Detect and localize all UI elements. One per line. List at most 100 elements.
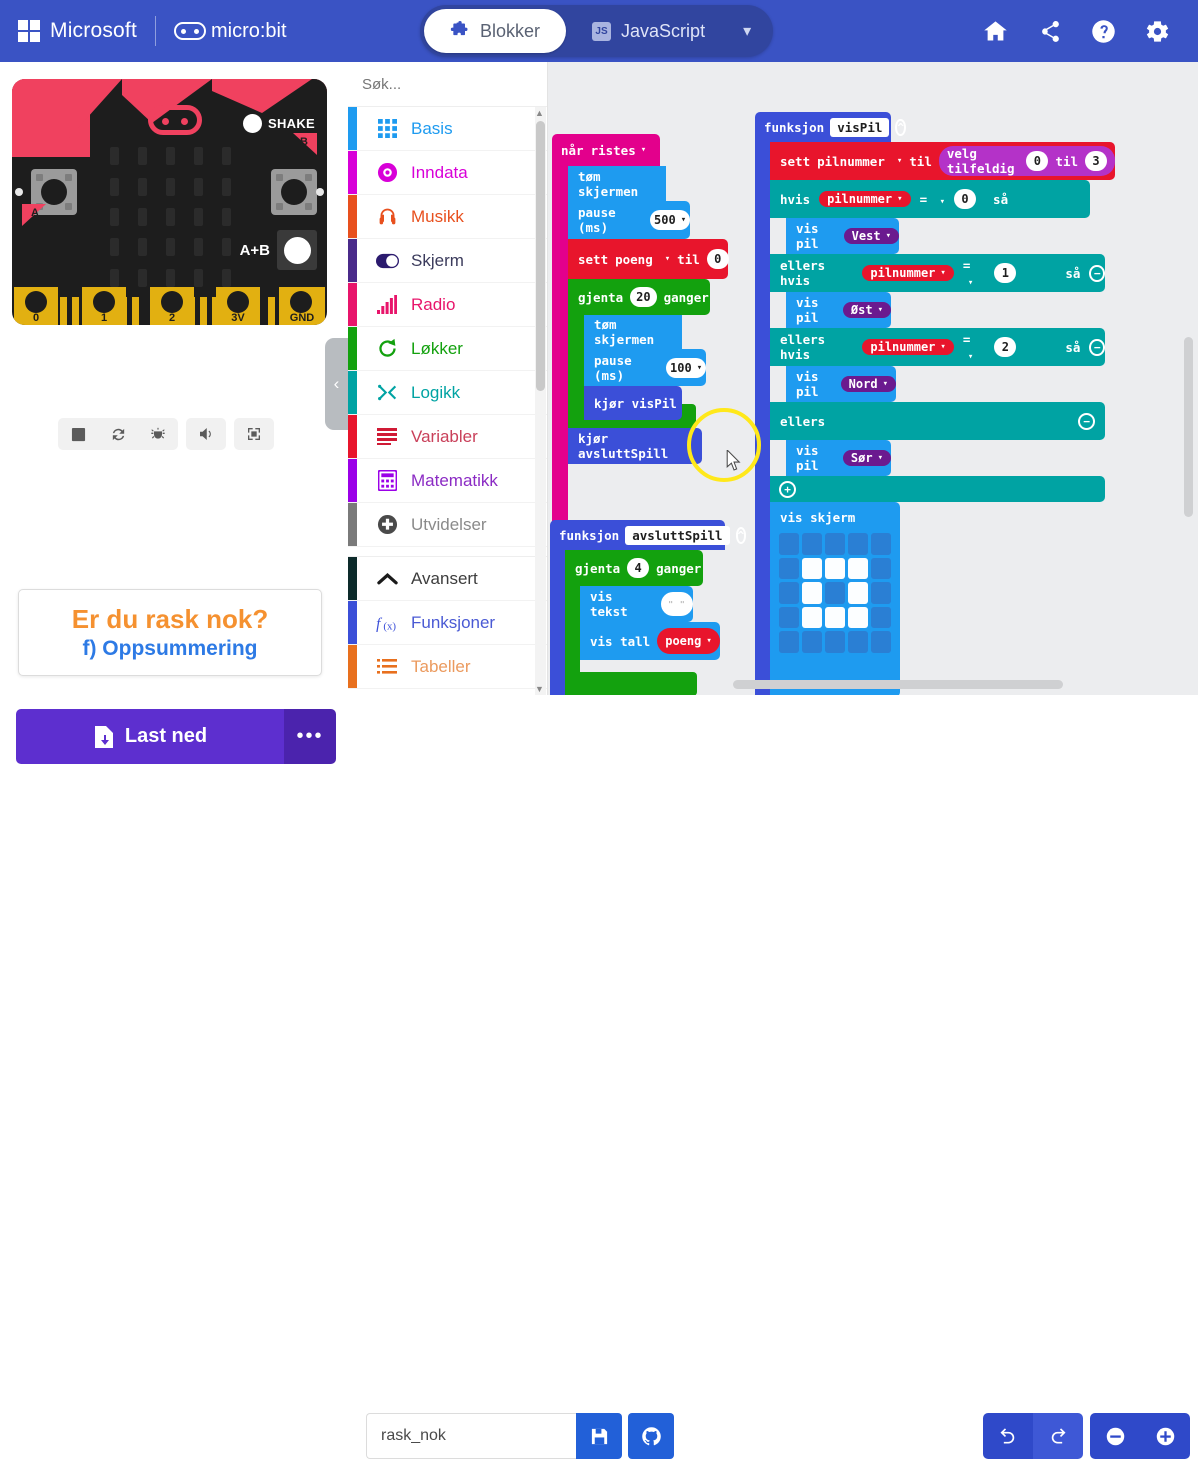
led-cell-1-0[interactable]	[779, 557, 799, 580]
toolbox-collapse-handle[interactable]: ‹	[325, 338, 348, 430]
led-cell-4-4[interactable]	[871, 631, 891, 653]
random-from-field[interactable]: 0	[1026, 151, 1049, 171]
condition-value-field[interactable]: 1	[994, 263, 1017, 283]
zoom-in-button[interactable]	[1140, 1413, 1190, 1459]
toolbox-item-musikk[interactable]: Musikk	[348, 195, 547, 239]
help-icon[interactable]	[1076, 0, 1130, 62]
led-cell-0-3[interactable]	[848, 533, 868, 555]
toolbox-item-funksjoner[interactable]: f (x) Funksjoner	[348, 601, 547, 645]
block-show-leds[interactable]: vis skjerm	[770, 502, 900, 695]
toolbox-item-skjerm[interactable]: Skjerm	[348, 239, 547, 283]
scroll-down-icon[interactable]: ▼	[534, 684, 545, 694]
block-if-branch-0[interactable]: hvis pilnummer ▾ = ▾ 0 så	[770, 180, 1090, 218]
led-cell-0-0[interactable]	[779, 533, 799, 555]
pin-1[interactable]: 1	[82, 287, 126, 325]
pin-0[interactable]: 0	[14, 287, 58, 325]
fullscreen-icon[interactable]	[234, 418, 274, 450]
chevron-down-icon[interactable]: ▾	[706, 636, 711, 646]
project-name-input[interactable]	[366, 1413, 576, 1459]
chevron-down-icon[interactable]: ▾	[886, 231, 891, 241]
share-icon[interactable]	[1022, 0, 1076, 62]
led-cell-2-2[interactable]	[825, 582, 845, 604]
block-show-number[interactable]: vis tall poeng ▾	[580, 622, 720, 660]
chevron-down-icon[interactable]: ▾	[681, 215, 686, 225]
chevron-down-icon[interactable]: ▾	[883, 379, 888, 389]
led-cell-4-3[interactable]	[848, 631, 868, 653]
led-cell-4-2[interactable]	[825, 631, 845, 653]
comparison-operator[interactable]: = ▾	[963, 332, 986, 362]
block-clear-screen-2[interactable]: tøm skjermen	[584, 315, 682, 349]
set-value-field[interactable]: 0	[706, 249, 729, 269]
blocks-workspace[interactable]: når ristes ▾ tøm skjermen pause (ms) 500…	[548, 62, 1198, 695]
led-cell-2-4[interactable]	[871, 582, 891, 604]
condition-variable[interactable]: pilnummer ▾	[819, 191, 911, 207]
tutorial-card[interactable]: Er du rask nok? f) Oppsummering	[18, 589, 322, 676]
button-ab-control[interactable]: A+B	[240, 230, 317, 270]
gear-icon[interactable]	[1130, 0, 1184, 62]
chevron-down-icon[interactable]: ▾	[697, 363, 702, 373]
chevron-down-icon[interactable]: ▾	[940, 268, 945, 278]
block-set-variable[interactable]: sett poeng ▾ til 0	[568, 239, 729, 279]
block-call-avsluttspill[interactable]: kjør avsluttSpill	[568, 428, 702, 464]
chevron-down-icon[interactable]: ▾	[940, 342, 945, 352]
toolbox-item-lokker[interactable]: Løkker	[348, 327, 547, 371]
variable-name[interactable]: poeng	[615, 252, 653, 267]
toolbox-item-inndata[interactable]: Inndata	[348, 151, 547, 195]
random-to-field[interactable]: 3	[1085, 151, 1107, 171]
block-repeat-4[interactable]: gjenta 4 ganger	[565, 550, 703, 586]
condition-value-field[interactable]: 2	[994, 337, 1017, 357]
led-cell-3-2[interactable]	[825, 606, 845, 629]
block-show-arrow-ost[interactable]: vis pil Øst ▾	[786, 292, 891, 328]
led-cell-1-2[interactable]	[825, 557, 845, 580]
chevron-down-icon[interactable]: ▾	[878, 453, 883, 463]
condition-value-field[interactable]: 0	[954, 189, 977, 209]
debug-icon[interactable]	[138, 418, 178, 450]
block-pause-2[interactable]: pause (ms) 100 ▾	[584, 349, 706, 386]
chevron-down-icon[interactable]: ▾	[641, 145, 646, 155]
restart-icon[interactable]	[98, 418, 138, 450]
microbit-button-b[interactable]	[271, 169, 317, 215]
remove-branch-icon[interactable]: −	[1089, 338, 1105, 356]
arrow-direction-field[interactable]: Vest ▾	[843, 228, 899, 244]
condition-variable[interactable]: pilnummer ▾	[862, 339, 954, 355]
chevron-down-icon[interactable]: ▾	[968, 352, 973, 362]
block-function-header-avsluttspill[interactable]: funksjon avsluttSpill ^	[550, 520, 747, 550]
block-show-arrow-vest[interactable]: vis pil Vest ▾	[786, 218, 899, 254]
led-cell-2-3[interactable]	[848, 582, 868, 604]
block-show-arrow-nord[interactable]: vis pil Nord ▾	[786, 366, 896, 402]
chevron-down-icon[interactable]: ▾	[940, 197, 945, 207]
led-pattern-grid[interactable]	[779, 533, 891, 653]
chevron-down-icon[interactable]: ▾	[731, 21, 769, 41]
tab-blocks[interactable]: Blokker	[424, 9, 567, 53]
led-cell-3-4[interactable]	[871, 606, 891, 629]
arrow-direction-field[interactable]: Nord ▾	[840, 376, 896, 392]
search-input[interactable]	[360, 74, 563, 94]
workspace-horizontal-scrollbar[interactable]	[733, 680, 1063, 689]
led-cell-2-1[interactable]	[802, 582, 822, 604]
toolbox-item-radio[interactable]: Radio	[348, 283, 547, 327]
led-cell-3-0[interactable]	[779, 606, 799, 629]
chevron-down-icon[interactable]: ▾	[968, 278, 973, 288]
pin-2[interactable]: 2	[150, 287, 194, 325]
pause-value-field[interactable]: 100 ▾	[666, 357, 706, 378]
block-on-shake-header[interactable]: når ristes ▾	[552, 134, 660, 166]
led-cell-0-2[interactable]	[825, 533, 845, 555]
home-icon[interactable]	[968, 0, 1022, 62]
add-branch-icon[interactable]: +	[779, 480, 796, 498]
stop-icon[interactable]	[58, 418, 98, 450]
zoom-out-button[interactable]	[1090, 1413, 1140, 1459]
tab-javascript[interactable]: JS JavaScript	[566, 9, 731, 53]
collapse-icon[interactable]: ^	[735, 526, 747, 544]
repeat-count-field[interactable]: 4	[627, 558, 650, 578]
block-show-arrow-sor[interactable]: vis pil Sør ▾	[786, 440, 891, 476]
scroll-up-icon[interactable]: ▲	[534, 108, 545, 118]
led-cell-3-3[interactable]	[848, 606, 868, 629]
toolbox-item-variabler[interactable]: Variabler	[348, 415, 547, 459]
toolbox-item-matematikk[interactable]: Matematikk	[348, 459, 547, 503]
remove-branch-icon[interactable]: −	[1089, 264, 1105, 282]
toolbox-item-utvidelser[interactable]: Utvidelser	[348, 503, 547, 547]
block-function-header-vispil[interactable]: funksjon visPil ^	[755, 112, 906, 142]
block-else-if-branch-1[interactable]: ellers hvis pilnummer ▾ = ▾ 1 så −	[770, 254, 1105, 292]
toolbox-scrollbar[interactable]: ▲ ▼	[535, 107, 546, 695]
pin-gnd[interactable]: GND	[279, 287, 325, 325]
